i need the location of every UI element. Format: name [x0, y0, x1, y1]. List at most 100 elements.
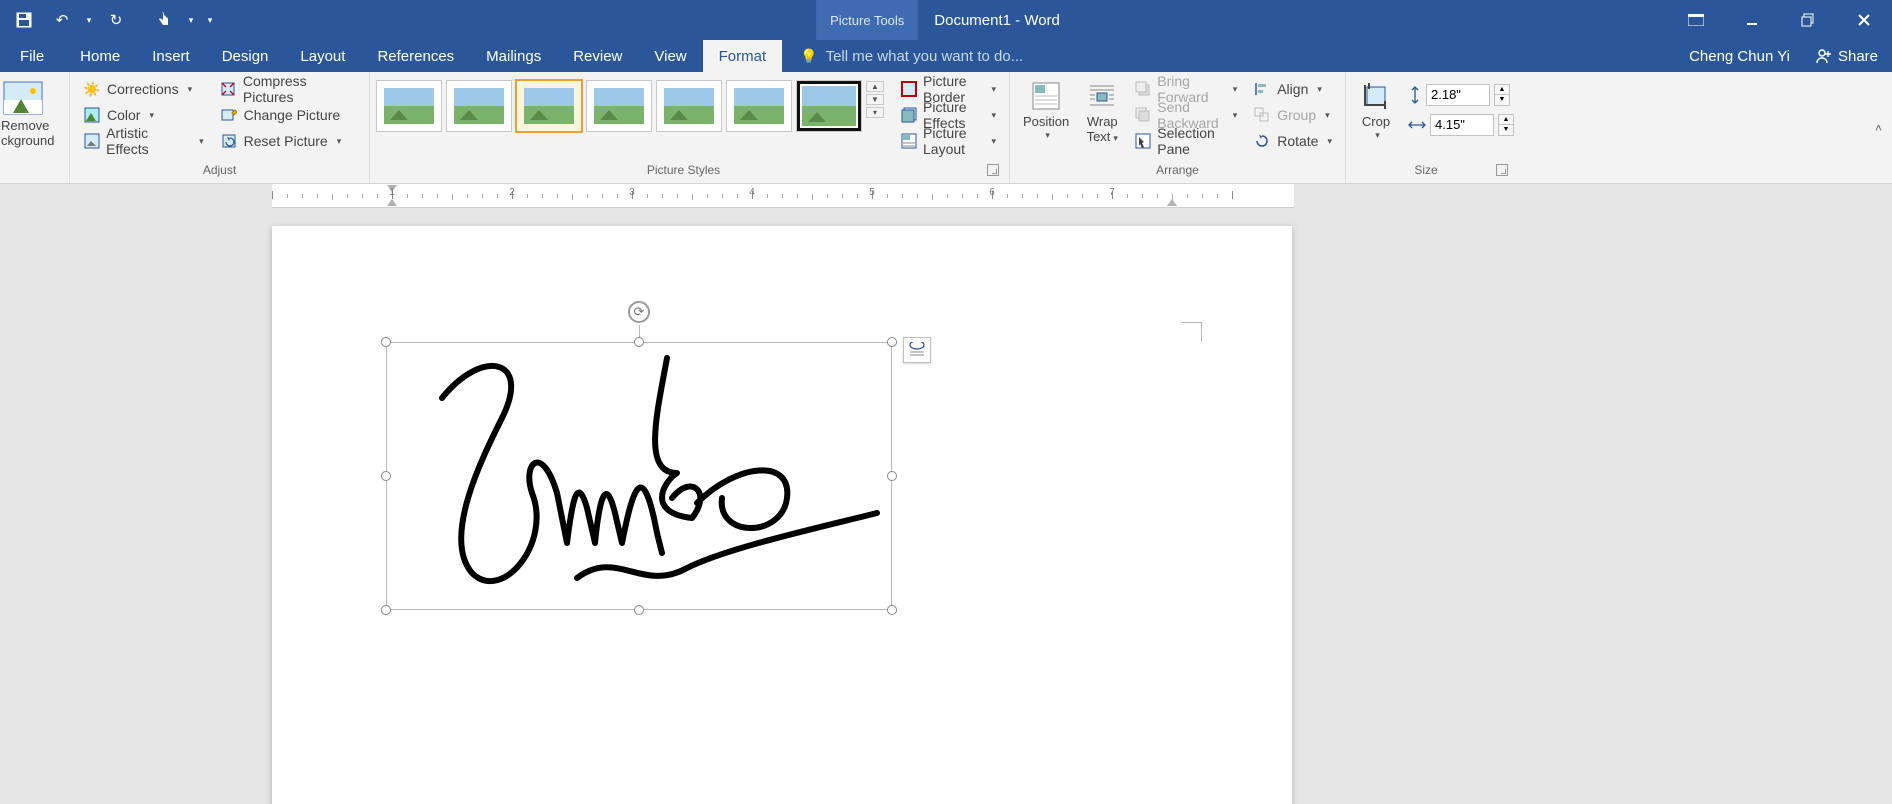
tab-references[interactable]: References — [361, 40, 470, 72]
group-icon — [1253, 106, 1271, 124]
selected-picture[interactable]: ⟳ — [386, 342, 892, 610]
corrections-button[interactable]: ☀️Corrections▾ — [76, 76, 211, 102]
compress-pictures-button[interactable]: Compress Pictures — [213, 76, 363, 102]
save-button[interactable] — [6, 5, 42, 35]
touch-mode-button[interactable] — [146, 5, 182, 35]
remove-background-button[interactable]: Remove ckground — [0, 76, 63, 152]
tab-view[interactable]: View — [638, 40, 702, 72]
tab-design[interactable]: Design — [206, 40, 285, 72]
height-up[interactable]: ▲ — [1495, 85, 1509, 95]
change-picture-icon — [220, 106, 238, 124]
picture-style-5[interactable] — [656, 80, 722, 132]
height-field[interactable] — [1426, 84, 1490, 106]
color-icon — [83, 106, 101, 124]
selection-pane-icon — [1135, 132, 1151, 150]
gallery-scroll-up[interactable]: ▲ — [866, 81, 884, 92]
document-area[interactable]: ⟳ — [0, 208, 1892, 804]
width-down[interactable]: ▼ — [1499, 125, 1513, 135]
group-label-picture-styles: Picture Styles — [380, 160, 987, 180]
horizontal-ruler[interactable]: 1234567 — [272, 184, 1294, 208]
size-dialog-launcher[interactable] — [1496, 164, 1508, 176]
touch-mode-dropdown[interactable]: ▾ — [184, 5, 198, 35]
gallery-more-button[interactable]: ▾ — [866, 107, 884, 118]
gallery-scroll: ▲ ▼ ▾ — [866, 80, 884, 119]
account-user-name[interactable]: Cheng Chun Yi — [1677, 48, 1802, 65]
margin-guide — [1182, 322, 1202, 342]
tab-home[interactable]: Home — [64, 40, 136, 72]
send-backward-icon — [1135, 106, 1151, 124]
picture-layout-button[interactable]: Picture Layout▾ — [894, 128, 1003, 154]
height-input[interactable]: ▲▼ — [1408, 84, 1514, 106]
qat-customize-dropdown[interactable]: ▾ — [200, 5, 220, 35]
page[interactable]: ⟳ — [272, 226, 1292, 804]
signature-image — [387, 343, 893, 611]
gallery-scroll-down[interactable]: ▼ — [866, 94, 884, 105]
crop-button[interactable]: Crop▾ — [1352, 76, 1400, 143]
wrap-text-button[interactable]: Wrap Text▾ — [1078, 76, 1126, 154]
compress-icon — [220, 80, 237, 98]
width-icon — [1408, 118, 1426, 132]
context-tab-picture-tools: Picture Tools — [816, 0, 918, 40]
title-bar: ↶ ▾ ↻ ▾ ▾ Picture Tools Document1 - Word — [0, 0, 1892, 40]
picture-style-6[interactable] — [726, 80, 792, 132]
width-field[interactable] — [1430, 114, 1494, 136]
tab-file[interactable]: File — [0, 40, 64, 72]
close-button[interactable] — [1836, 0, 1892, 40]
rotate-button[interactable]: Rotate▾ — [1246, 128, 1339, 154]
selection-pane-button[interactable]: Selection Pane — [1128, 128, 1244, 154]
ribbon: Remove ckground ☀️Corrections▾ Color▾ Ar… — [0, 72, 1892, 184]
picture-styles-gallery: ▲ ▼ ▾ — [376, 76, 884, 154]
reset-picture-icon — [220, 132, 238, 150]
tell-me-search[interactable]: 💡 Tell me what you want to do... — [782, 40, 1677, 72]
width-up[interactable]: ▲ — [1499, 115, 1513, 125]
tab-mailings[interactable]: Mailings — [470, 40, 557, 72]
tab-format[interactable]: Format — [703, 40, 783, 72]
picture-layout-icon — [901, 132, 917, 150]
ribbon-display-options-button[interactable] — [1668, 0, 1724, 40]
undo-dropdown[interactable]: ▾ — [82, 5, 96, 35]
tab-insert[interactable]: Insert — [136, 40, 206, 72]
align-icon — [1253, 80, 1271, 98]
align-button[interactable]: Align▾ — [1246, 76, 1339, 102]
crop-icon — [1359, 79, 1393, 113]
layout-options-button[interactable] — [903, 337, 931, 363]
width-input[interactable]: ▲▼ — [1408, 114, 1514, 136]
position-icon — [1029, 79, 1063, 113]
picture-style-4[interactable] — [586, 80, 652, 132]
picture-style-3[interactable] — [516, 80, 582, 132]
wrap-text-icon — [1085, 79, 1119, 113]
ruler-row: 1234567 — [0, 184, 1892, 208]
tell-me-placeholder: Tell me what you want to do... — [826, 48, 1024, 65]
tab-review[interactable]: Review — [557, 40, 638, 72]
picture-style-2[interactable] — [446, 80, 512, 132]
collapse-ribbon-button[interactable]: ˄ — [1875, 121, 1882, 135]
share-label: Share — [1838, 48, 1878, 65]
restore-button[interactable] — [1780, 0, 1836, 40]
share-icon — [1816, 48, 1832, 64]
minimize-button[interactable] — [1724, 0, 1780, 40]
redo-button[interactable]: ↻ — [98, 5, 134, 35]
picture-border-icon — [901, 80, 917, 98]
group-label-adjust: Adjust — [80, 160, 359, 180]
picture-styles-dialog-launcher[interactable] — [987, 164, 999, 176]
artistic-effects-icon — [83, 132, 100, 150]
lightbulb-icon: 💡 — [800, 48, 817, 65]
picture-style-1[interactable] — [376, 80, 442, 132]
tab-layout[interactable]: Layout — [284, 40, 361, 72]
corrections-icon: ☀️ — [83, 80, 101, 98]
artistic-effects-button[interactable]: Artistic Effects▾ — [76, 128, 211, 154]
document-title: Document1 - Word — [918, 12, 1076, 29]
position-button[interactable]: Position▾ — [1016, 76, 1076, 154]
change-picture-button[interactable]: Change Picture — [213, 102, 363, 128]
picture-effects-icon — [901, 106, 917, 124]
bring-forward-icon — [1135, 80, 1151, 98]
ribbon-tabs: File Home Insert Design Layout Reference… — [0, 40, 1892, 72]
share-button[interactable]: Share — [1802, 48, 1892, 65]
height-icon — [1408, 86, 1422, 104]
picture-style-7[interactable] — [796, 80, 862, 132]
undo-button[interactable]: ↶ — [44, 5, 80, 35]
rotate-handle[interactable]: ⟳ — [628, 301, 650, 323]
height-down[interactable]: ▼ — [1495, 95, 1509, 105]
reset-picture-button[interactable]: Reset Picture▾ — [213, 128, 363, 154]
group-label-arrange: Arrange — [1020, 160, 1335, 180]
